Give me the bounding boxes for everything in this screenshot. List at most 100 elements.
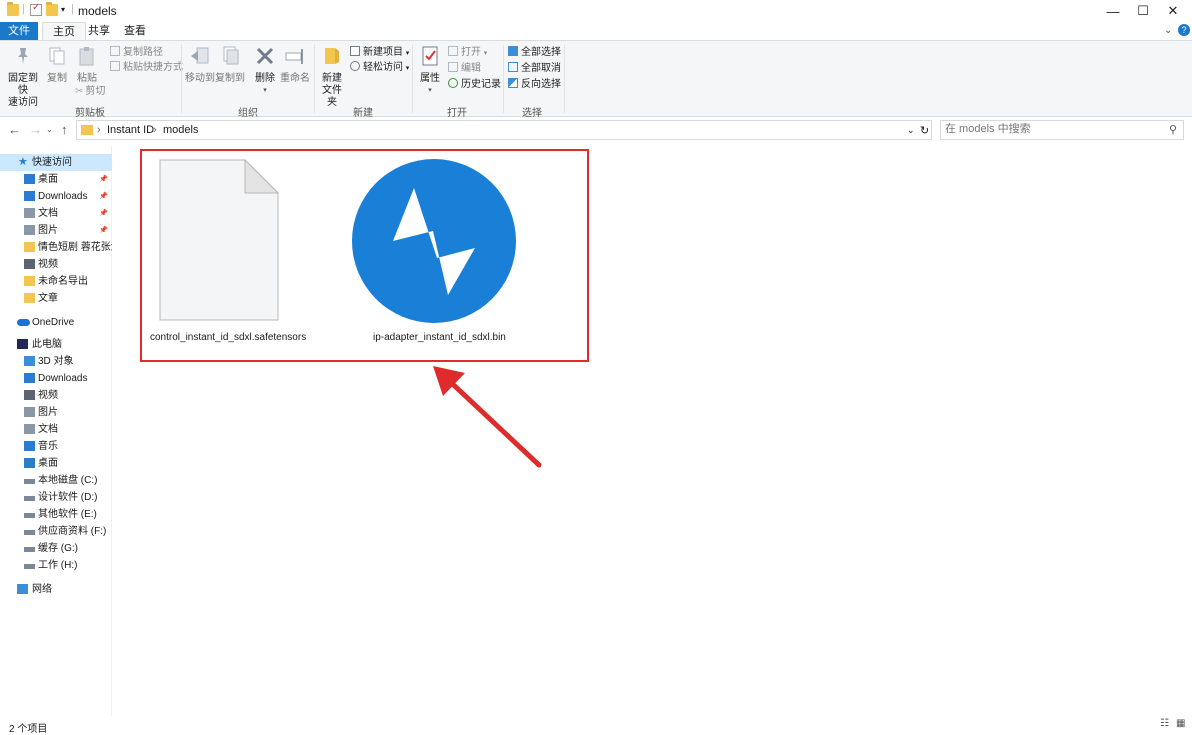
search-box[interactable]: ⚲ <box>940 120 1184 140</box>
rename-button[interactable]: 重命名 <box>280 45 310 85</box>
file-item[interactable] <box>349 158 519 328</box>
select-all-button[interactable]: 全部选择 <box>508 46 561 60</box>
breadcrumb-separator[interactable]: › <box>153 124 157 136</box>
tab-file[interactable]: 文件 <box>0 22 38 41</box>
sidebar-item-label: 此电脑 <box>32 339 62 350</box>
pin-icon[interactable]: 📌 <box>99 171 108 188</box>
sidebar-item-pc[interactable]: 设计软件 (D:) <box>0 489 112 506</box>
sidebar-item-label: 快速访问 <box>32 157 72 168</box>
sidebar-item-pc[interactable]: 音乐 <box>0 438 112 455</box>
file-item[interactable] <box>149 156 289 346</box>
delete-button[interactable]: 删除 ▾ <box>253 45 277 97</box>
select-none-button[interactable]: 全部取消 <box>508 62 561 76</box>
document-icon <box>24 208 35 218</box>
sidebar-item-quick[interactable]: 文档 📌 <box>0 205 112 222</box>
sidebar-item-quick[interactable]: 未命名导出 <box>0 273 112 290</box>
sidebar-item-network[interactable]: 网络 <box>0 581 112 598</box>
forward-arrow-icon[interactable]: → <box>29 122 42 137</box>
breadcrumb-separator[interactable]: › <box>97 124 101 136</box>
pin-quick-access-button[interactable]: 固定到快 速访问 <box>4 45 42 109</box>
open-button[interactable]: 打开 ▾ <box>448 46 487 60</box>
sidebar-item-pc[interactable]: Downloads <box>0 370 112 387</box>
help-icon[interactable]: ? <box>1178 24 1190 36</box>
properties-dropdown-icon[interactable]: ▾ <box>416 85 444 97</box>
copy-path-button[interactable]: 复制路径 <box>110 46 163 60</box>
sidebar-item-quick[interactable]: 图片 📌 <box>0 222 112 239</box>
network-icon <box>17 584 28 594</box>
sidebar-item-pc[interactable]: 本地磁盘 (C:) <box>0 472 112 489</box>
paste-button[interactable]: 粘贴 <box>74 45 100 85</box>
pin-icon[interactable]: 📌 <box>99 188 108 205</box>
picture-icon <box>24 225 35 235</box>
invert-selection-button[interactable]: 反向选择 <box>508 78 561 92</box>
sidebar-item-pc[interactable]: 其他软件 (E:) <box>0 506 112 523</box>
sidebar-item-pc[interactable]: 供应商资料 (F:) <box>0 523 112 540</box>
sidebar-item-label: 缓存 (G:) <box>38 543 78 554</box>
copy-label: 复制 <box>47 73 67 84</box>
sidebar-item-pc[interactable]: 视频 <box>0 387 112 404</box>
sidebar-item-label: 视频 <box>38 259 58 270</box>
pin-icon[interactable]: 📌 <box>99 205 108 222</box>
cut-button[interactable]: ✂ 剪切 <box>75 85 105 99</box>
sidebar-item-quick[interactable]: 情色短剧 蓉花张津瑜 <box>0 239 112 256</box>
desktop-icon <box>24 174 35 184</box>
sidebar-item-pc[interactable]: 文档 <box>0 421 112 438</box>
up-arrow-icon[interactable]: ↑ <box>61 122 68 137</box>
edit-icon <box>448 62 458 72</box>
folder-icon <box>24 242 35 252</box>
paste-shortcut-button[interactable]: 粘贴快捷方式 <box>110 61 183 75</box>
new-folder-button[interactable]: 新建 文件夹 <box>318 45 346 109</box>
address-bar[interactable]: › Instant ID › models ⌄ ↻ <box>76 120 932 140</box>
properties-icon[interactable]: ✓ <box>30 2 42 16</box>
new-folder-icon <box>325 48 339 64</box>
sidebar-item-label: 工作 (H:) <box>38 560 78 571</box>
new-group-label: 新建 <box>353 108 373 119</box>
copy-to-button[interactable]: 复制到 <box>215 45 245 85</box>
search-icon[interactable]: ⚲ <box>1169 123 1177 136</box>
new-folder-icon[interactable] <box>46 2 58 16</box>
sidebar-item-pc[interactable]: 缓存 (G:) <box>0 540 112 557</box>
properties-button[interactable]: 属性 ▾ <box>416 45 444 97</box>
download-icon <box>24 191 35 201</box>
customize-toolbar-icon[interactable]: ▾ <box>61 5 65 14</box>
address-dropdown-icon[interactable]: ⌄ <box>907 125 915 136</box>
easy-access-button[interactable]: 轻松访问 ▾ <box>350 61 409 75</box>
sidebar-item-pc[interactable]: 工作 (H:) <box>0 557 112 574</box>
refresh-icon[interactable]: ↻ <box>920 124 929 137</box>
recent-locations-icon[interactable]: ⌄ <box>46 125 53 134</box>
collapse-ribbon-icon[interactable]: ⌄ <box>1164 25 1172 36</box>
copy-button[interactable]: 复制 <box>44 45 70 85</box>
tab-view[interactable]: 查看 <box>114 22 156 41</box>
sidebar-item-label: 供应商资料 (F:) <box>38 526 107 537</box>
sidebar-item-this-pc[interactable]: 此电脑 <box>0 336 112 353</box>
delete-dropdown-icon[interactable]: ▾ <box>253 85 277 97</box>
file-name[interactable]: control_instant_id_sdxl.safetensors <box>150 332 306 343</box>
copy-to-icon <box>223 46 239 65</box>
cloud-icon <box>17 319 30 326</box>
move-to-button[interactable]: 移动到 <box>185 45 215 85</box>
sidebar-item-quick[interactable]: 桌面 📌 <box>0 171 112 188</box>
sidebar-item-quick-access[interactable]: ★ 快速访问 <box>0 154 112 171</box>
sidebar-item-label: 设计软件 (D:) <box>38 492 98 503</box>
file-name[interactable]: ip-adapter_instant_id_sdxl.bin <box>373 332 506 343</box>
search-input[interactable] <box>945 123 1145 135</box>
sidebar-item-pc[interactable]: 图片 <box>0 404 112 421</box>
sidebar-item-pc[interactable]: 桌面 <box>0 455 112 472</box>
history-button[interactable]: 历史记录 <box>448 78 501 92</box>
sidebar-item-pc[interactable]: 3D 对象 <box>0 353 112 370</box>
sidebar-item-quick[interactable]: Downloads 📌 <box>0 188 112 205</box>
navigation-pane: ★ 快速访问 桌面📌Downloads📌文档📌图片📌情色短剧 蓉花张津瑜视频未命… <box>0 146 112 716</box>
sidebar-item-quick[interactable]: 视频 <box>0 256 112 273</box>
close-button[interactable]: ✕ <box>1150 0 1192 22</box>
large-icons-view-icon[interactable]: ▦ <box>1176 718 1185 729</box>
pin-icon[interactable]: 📌 <box>99 222 108 239</box>
sidebar-item-quick[interactable]: 文章 <box>0 290 112 307</box>
new-item-button[interactable]: 新建项目 ▾ <box>350 46 409 60</box>
sidebar-item-onedrive[interactable]: OneDrive <box>0 314 112 331</box>
breadcrumb-item[interactable]: models <box>163 124 198 136</box>
back-arrow-icon[interactable]: ← <box>8 122 21 137</box>
file-list: control_instant_id_sdxl.safetensors ip-a… <box>113 146 1192 716</box>
details-view-icon[interactable]: ☷ <box>1160 718 1169 729</box>
breadcrumb-item[interactable]: Instant ID <box>107 124 154 136</box>
edit-button[interactable]: 编辑 <box>448 62 481 76</box>
